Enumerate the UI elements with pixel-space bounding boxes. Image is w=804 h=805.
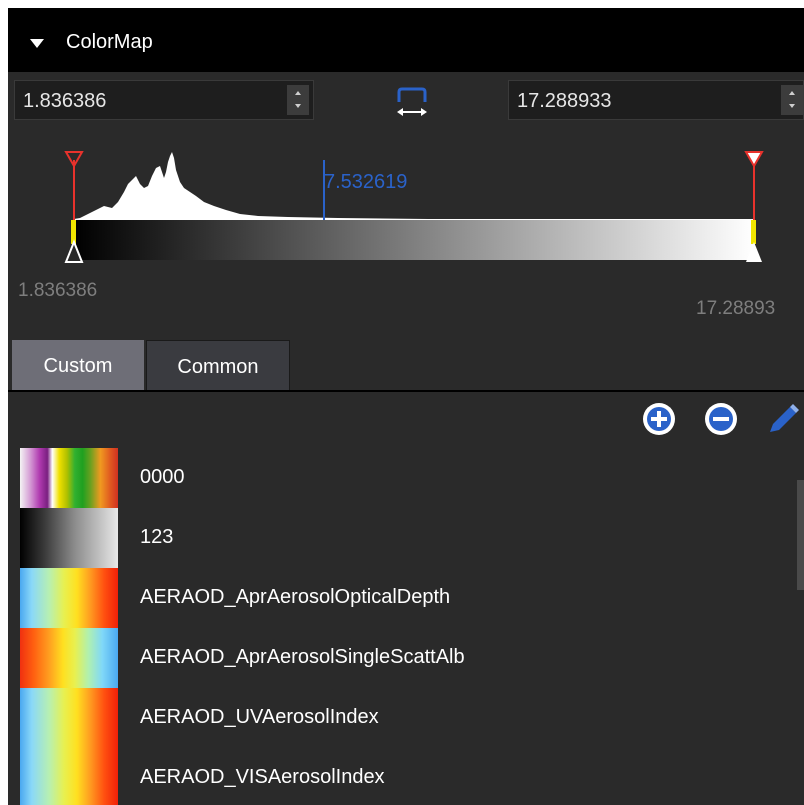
colormap-name: 123 [140,526,174,548]
colormap-name: 0000 [140,466,185,488]
min-value-spinbox[interactable]: 1.836386 [14,80,314,120]
min-value-input[interactable]: 1.836386 [23,90,106,113]
swap-range-icon[interactable] [391,86,433,122]
list-item[interactable]: AERAOD_VISAerosolIndex [20,746,790,805]
histogram-editor[interactable]: 7.532619 1.836386 17.28893 [8,126,804,316]
colormap-panel: ColorMap 1.836386 17.288933 7.532619 1.8… [8,8,804,805]
list-scrollbar[interactable] [797,450,804,805]
section-title: ColorMap [66,31,153,53]
tab-divider [8,390,804,392]
plus-circle-icon[interactable] [642,402,676,436]
collapse-triangle-icon[interactable] [30,39,44,48]
step-down-icon[interactable] [789,104,795,108]
min-value-stepper[interactable] [287,85,309,115]
step-down-icon[interactable] [295,104,301,108]
step-up-icon[interactable] [789,91,795,95]
list-item[interactable]: 0000 [20,446,790,508]
scrollbar-thumb[interactable] [797,480,804,590]
max-value-stepper[interactable] [781,85,803,115]
gradient-bar [74,220,754,260]
colormap-swatch [20,748,118,805]
current-value-label: 7.532619 [324,171,407,193]
colormap-name: AERAOD_VISAerosolIndex [140,766,385,788]
colormap-swatch [20,508,118,568]
colormap-swatch [20,628,118,688]
list-item[interactable]: AERAOD_AprAerosolSingleScattAlb [20,626,790,688]
max-value-label: 17.28893 [696,298,775,316]
colormap-swatch [20,568,118,628]
list-item[interactable]: 123 [20,506,790,568]
colormap-name: AERAOD_UVAerosolIndex [140,706,379,728]
pencil-icon[interactable] [766,402,800,436]
section-header[interactable]: ColorMap [8,8,804,72]
histogram-shape [74,152,754,220]
max-value-spinbox[interactable]: 17.288933 [508,80,804,120]
colormap-name: AERAOD_AprAerosolOpticalDepth [140,586,451,608]
colormap-swatch [20,688,118,748]
max-value-input[interactable]: 17.288933 [517,90,612,113]
tab-common[interactable]: Common [146,340,290,392]
step-up-icon[interactable] [295,91,301,95]
right-handle-yellow [751,220,756,244]
tab-custom[interactable]: Custom [12,340,144,392]
right-handle-top-icon [744,151,764,169]
list-item[interactable]: AERAOD_UVAerosolIndex [20,686,790,748]
minus-circle-icon[interactable] [704,402,738,436]
list-item[interactable]: AERAOD_AprAerosolOpticalDepth [20,566,790,628]
colormap-list[interactable]: 0000 123 AERAOD_AprAerosolOpticalDepth A… [8,446,804,805]
colormap-swatch [20,448,118,508]
min-value-label: 1.836386 [18,280,97,301]
left-handle-yellow [71,220,76,244]
colormap-name: AERAOD_AprAerosolSingleScattAlb [140,646,465,668]
